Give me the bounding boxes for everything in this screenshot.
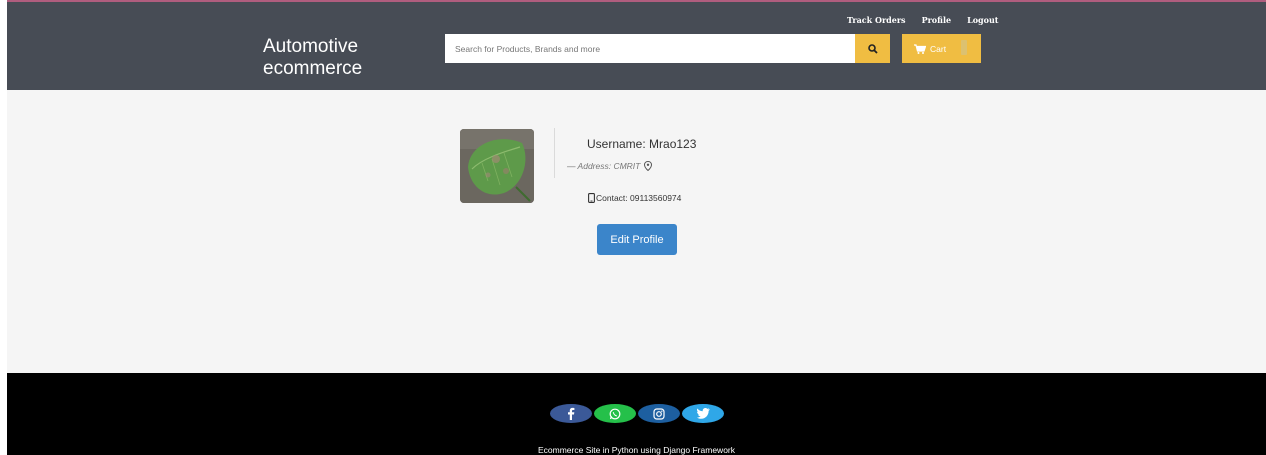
instagram-icon <box>653 407 665 420</box>
whatsapp-link[interactable] <box>594 404 636 423</box>
address-row: — Address: CMRIT <box>567 161 653 171</box>
cart-label: Cart <box>930 43 947 54</box>
brand-line-1: Automotive <box>263 36 359 57</box>
navbar: Automotive ecommerce Track Orders Profil… <box>7 2 1266 90</box>
profile-divider <box>554 128 555 178</box>
contact-row: Contact: 09113560974 <box>588 193 681 203</box>
page: Automotive ecommerce Track Orders Profil… <box>7 0 1266 455</box>
track-orders-link[interactable]: Track Orders <box>847 15 906 25</box>
facebook-icon <box>568 407 575 420</box>
search-icon <box>867 43 878 54</box>
search-button[interactable] <box>855 34 890 63</box>
logout-link[interactable]: Logout <box>967 15 998 25</box>
cart-icon <box>914 43 926 54</box>
profile-link[interactable]: Profile <box>922 15 952 25</box>
whatsapp-icon <box>609 408 621 419</box>
twitter-icon <box>696 408 710 419</box>
leaf-photo <box>460 129 534 203</box>
brand-line-2: ecommerce <box>263 58 363 79</box>
facebook-link[interactable] <box>550 404 592 423</box>
username: Username: Mrao123 <box>587 137 697 151</box>
mobile-phone-icon <box>588 193 595 203</box>
brand-logo[interactable]: Automotive ecommerce <box>263 36 362 80</box>
instagram-link[interactable] <box>638 404 680 423</box>
top-links: Track Orders Profile Logout <box>847 15 998 25</box>
address-text: — Address: CMRIT <box>567 161 641 171</box>
map-marker-icon <box>644 161 653 171</box>
avatar <box>460 129 534 203</box>
cart-count-badge <box>961 40 967 55</box>
footer-text: Ecommerce Site in Python using Django Fr… <box>538 445 735 455</box>
footer: Ecommerce Site in Python using Django Fr… <box>7 373 1266 455</box>
contact-text: Contact: 09113560974 <box>596 193 682 203</box>
social-links <box>550 404 724 423</box>
edit-profile-button[interactable]: Edit Profile <box>597 224 677 255</box>
search-input[interactable] <box>445 34 855 63</box>
cart-button[interactable]: Cart <box>902 34 981 63</box>
twitter-link[interactable] <box>682 404 724 423</box>
